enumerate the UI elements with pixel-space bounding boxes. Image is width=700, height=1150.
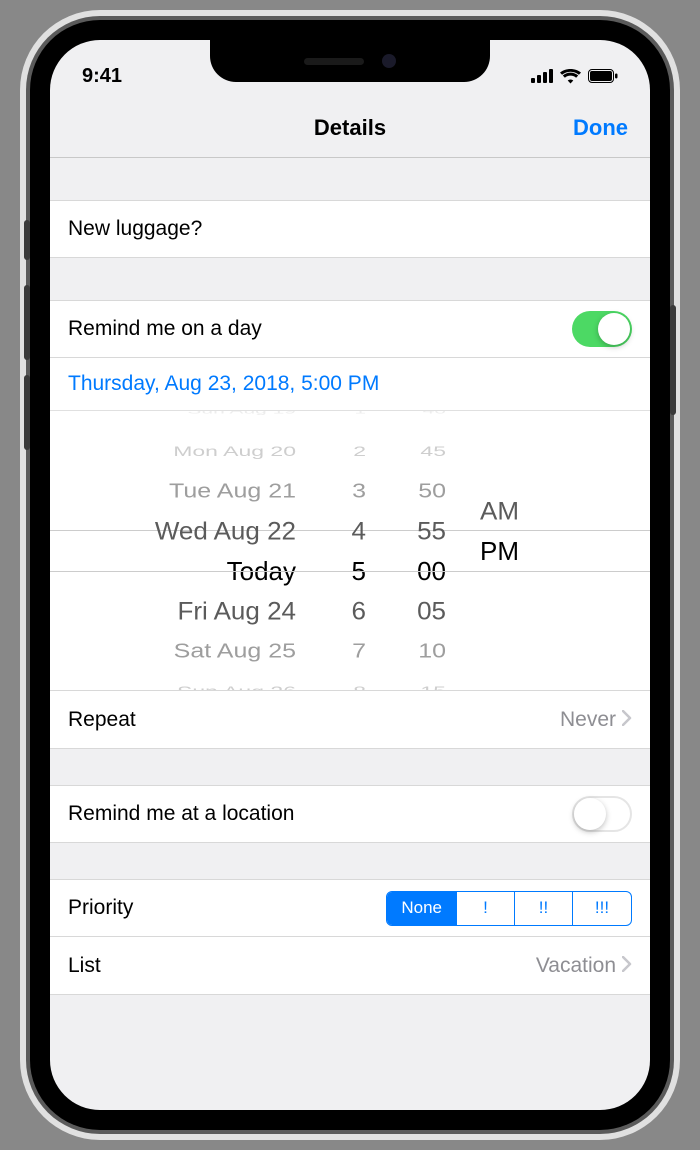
list-label: List (68, 954, 536, 978)
phone-device-frame: 9:41 Details Done New luggage? (30, 20, 670, 1130)
battery-icon (588, 69, 618, 83)
navigation-bar: Details Done (50, 98, 650, 158)
priority-option-medium[interactable]: !! (515, 892, 573, 925)
priority-option-low[interactable]: ! (457, 892, 515, 925)
done-button[interactable]: Done (573, 115, 628, 141)
priority-row: Priority None ! !! !!! (50, 879, 650, 937)
nav-title: Details (314, 115, 386, 141)
remind-day-toggle[interactable] (572, 311, 632, 347)
repeat-row[interactable]: Repeat Never (50, 691, 650, 749)
remind-day-row: Remind me on a day (50, 300, 650, 358)
repeat-label: Repeat (68, 708, 560, 732)
picker-ampm-column[interactable]: AM PM XX (460, 411, 550, 690)
chevron-right-icon (622, 954, 632, 978)
reminder-title-text: New luggage? (68, 217, 632, 241)
list-row[interactable]: List Vacation (50, 937, 650, 995)
picker-date-column[interactable]: Sun Aug 19 Mon Aug 20 Tue Aug 21 Wed Aug… (80, 411, 310, 690)
list-value: Vacation (536, 954, 616, 978)
alarm-date-summary[interactable]: Thursday, Aug 23, 2018, 5:00 PM (50, 358, 650, 411)
wifi-icon (560, 69, 581, 84)
remind-location-label: Remind me at a location (68, 802, 572, 826)
remind-location-row: Remind me at a location (50, 785, 650, 843)
priority-option-none[interactable]: None (387, 892, 457, 925)
priority-label: Priority (68, 896, 386, 920)
priority-segmented-control: None ! !! !!! (386, 891, 632, 926)
repeat-value: Never (560, 708, 616, 732)
chevron-right-icon (622, 708, 632, 732)
notch (210, 40, 490, 82)
priority-option-high[interactable]: !!! (573, 892, 631, 925)
cellular-icon (531, 69, 553, 83)
picker-minute-column[interactable]: 40 45 50 55 00 05 10 15 (380, 411, 460, 690)
remind-location-toggle[interactable] (572, 796, 632, 832)
status-time: 9:41 (82, 65, 122, 88)
date-time-picker[interactable]: Sun Aug 19 Mon Aug 20 Tue Aug 21 Wed Aug… (50, 411, 650, 691)
remind-day-label: Remind me on a day (68, 317, 572, 341)
picker-hour-column[interactable]: 1 2 3 4 5 6 7 8 (310, 411, 380, 690)
screen: 9:41 Details Done New luggage? (50, 40, 650, 1110)
reminder-title-field[interactable]: New luggage? (50, 200, 650, 258)
